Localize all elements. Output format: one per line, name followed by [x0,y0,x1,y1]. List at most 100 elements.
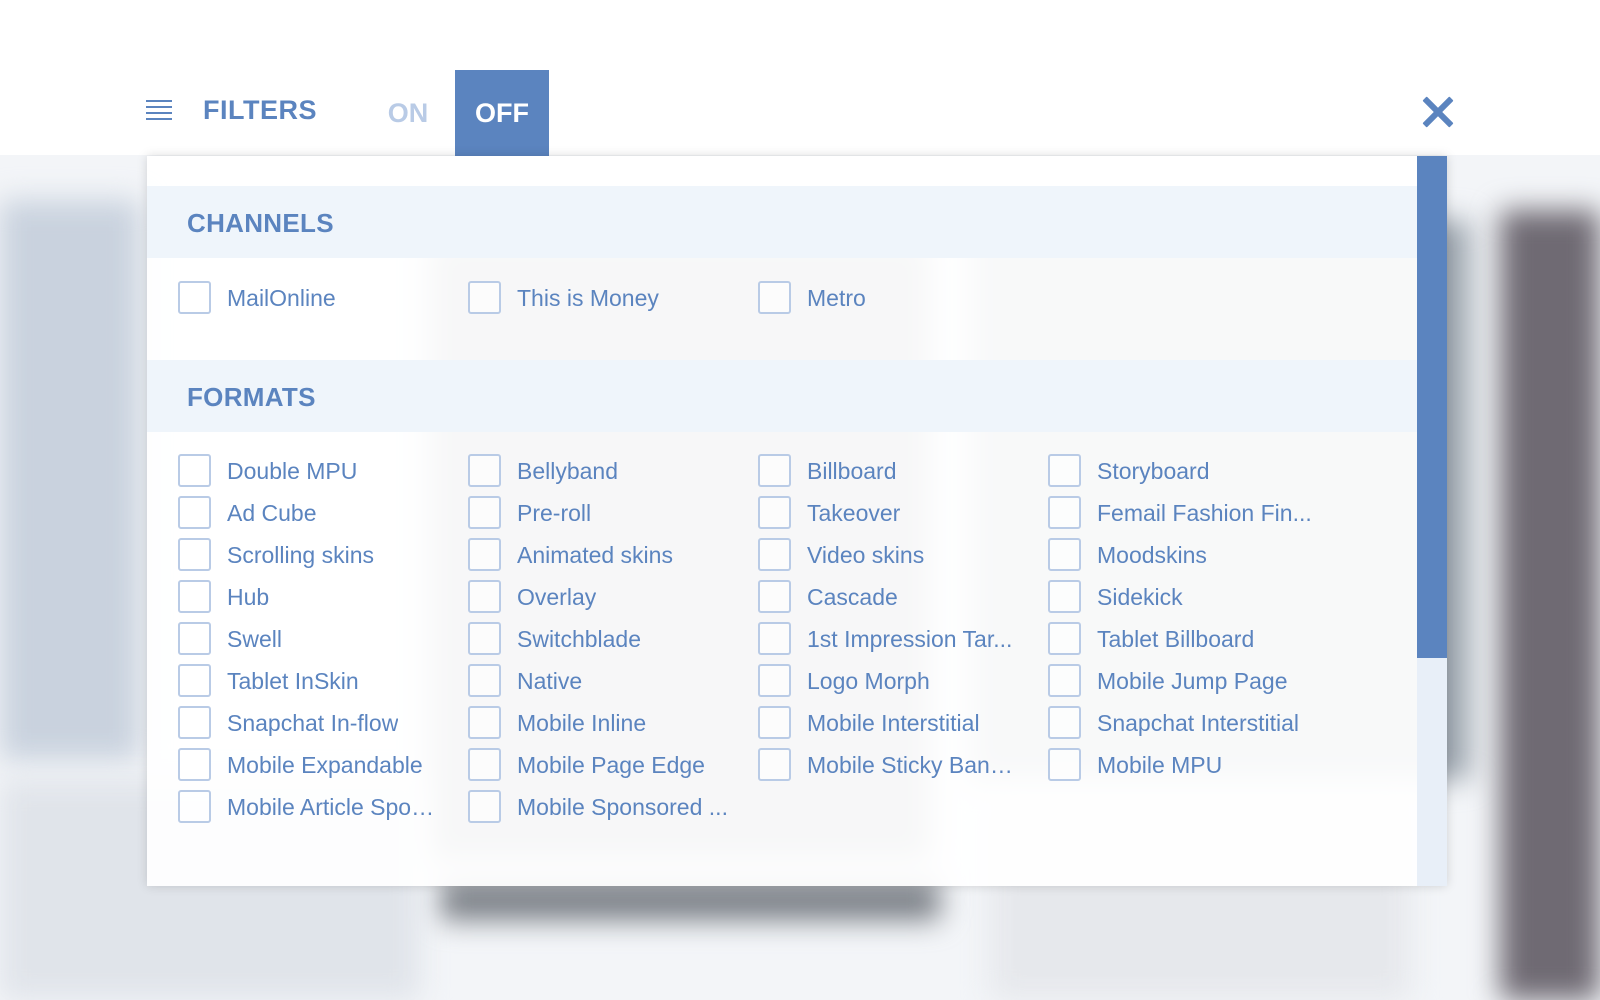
checkbox[interactable] [758,538,791,571]
checkbox[interactable] [178,454,211,487]
format-option[interactable]: Moodskins [1017,538,1307,572]
checkbox[interactable] [178,281,211,314]
channel-option[interactable]: This is Money [437,281,727,315]
checkbox[interactable] [468,706,501,739]
checkbox[interactable] [468,538,501,571]
format-option[interactable]: Switchblade [437,622,727,656]
format-option[interactable]: Storyboard [1017,454,1307,488]
format-option[interactable]: Mobile Sticky Banner [727,748,1023,782]
format-option[interactable]: Snapchat Interstitial [1017,706,1307,740]
format-option-label: Switchblade [517,626,642,652]
format-option[interactable]: Mobile Inline [437,706,727,740]
format-option-label: Pre-roll [517,500,592,526]
checkbox[interactable] [468,496,501,529]
format-option-label: Billboard [807,458,897,484]
format-option[interactable]: Double MPU [147,454,437,488]
checkbox[interactable] [758,748,791,781]
format-option-label: Takeover [807,500,901,526]
channel-option-label: MailOnline [227,285,336,311]
checkbox[interactable] [178,664,211,697]
channels-heading: CHANNELS [187,208,334,238]
checkbox[interactable] [468,454,501,487]
channel-option-label: This is Money [517,285,659,311]
filters-off-toggle[interactable]: OFF [455,70,549,156]
checkbox[interactable] [1048,664,1081,697]
format-option[interactable]: Tablet Billboard [1017,622,1307,656]
format-option[interactable]: Mobile Page Edge [437,748,727,782]
format-option[interactable]: Mobile Article Spon... [147,790,443,824]
checkbox[interactable] [758,664,791,697]
format-option[interactable]: Takeover [727,496,1017,530]
checkbox[interactable] [178,538,211,571]
checkbox[interactable] [178,580,211,613]
channel-option[interactable]: MailOnline [147,281,437,315]
format-option[interactable]: Mobile MPU [1017,748,1307,782]
format-option[interactable]: Logo Morph [727,664,1017,698]
format-option[interactable]: 1st Impression Tar... [727,622,1017,656]
checkbox[interactable] [758,454,791,487]
format-option-label: Double MPU [227,458,358,484]
format-option-label: Mobile Page Edge [517,752,705,778]
format-option[interactable]: Sidekick [1017,580,1307,614]
checkbox[interactable] [178,706,211,739]
format-option[interactable]: Scrolling skins [147,538,437,572]
filters-on-toggle[interactable]: ON [360,70,456,156]
checkbox[interactable] [758,580,791,613]
checkbox[interactable] [1048,706,1081,739]
checkbox[interactable] [468,622,501,655]
checkbox[interactable] [178,622,211,655]
checkbox[interactable] [178,496,211,529]
checkbox[interactable] [468,580,501,613]
format-option[interactable]: Femail Fashion Fin... [1017,496,1312,530]
format-option[interactable]: Mobile Expandable [147,748,437,782]
format-option-label: Snapchat Interstitial [1097,710,1300,736]
checkbox[interactable] [758,622,791,655]
checkbox[interactable] [1048,748,1081,781]
format-option[interactable]: Bellyband [437,454,727,488]
checkbox[interactable] [1048,454,1081,487]
format-option-label: Hub [227,584,270,610]
checkbox[interactable] [468,748,501,781]
checkbox[interactable] [1048,622,1081,655]
format-option[interactable]: Mobile Interstitial [727,706,1017,740]
checkbox[interactable] [758,496,791,529]
menu-lines-icon[interactable] [146,100,172,122]
checkbox[interactable] [178,748,211,781]
format-option[interactable]: Native [437,664,727,698]
format-option-label: Storyboard [1097,458,1210,484]
format-option[interactable]: Mobile Jump Page [1017,664,1307,698]
checkbox[interactable] [468,664,501,697]
checkbox[interactable] [468,790,501,823]
format-option-label: Moodskins [1097,542,1207,568]
channel-option[interactable]: Metro [727,281,1017,315]
checkbox[interactable] [178,790,211,823]
format-option[interactable]: Video skins [727,538,1017,572]
close-icon[interactable] [1418,92,1458,132]
format-option-label: Mobile MPU [1097,752,1223,778]
format-option[interactable]: Mobile Sponsored ... [437,790,728,824]
format-option-label: Femail Fashion Fin... [1097,500,1312,526]
format-option[interactable]: Tablet InSkin [147,664,437,698]
format-option-label: 1st Impression Tar... [807,626,1013,652]
filter-panel: CHANNELS MailOnline This is Money Metro FO… [147,156,1447,886]
checkbox[interactable] [1048,496,1081,529]
format-option[interactable]: Billboard [727,454,1017,488]
format-option-label: Sidekick [1097,584,1183,610]
channels-section-header: CHANNELS [147,186,1417,258]
checkbox[interactable] [758,281,791,314]
format-option[interactable]: Pre-roll [437,496,727,530]
format-option[interactable]: Swell [147,622,437,656]
format-option[interactable]: Animated skins [437,538,727,572]
checkbox[interactable] [1048,538,1081,571]
scrollbar-thumb[interactable] [1417,156,1447,658]
checkbox[interactable] [468,281,501,314]
checkbox[interactable] [1048,580,1081,613]
format-option[interactable]: Cascade [727,580,1017,614]
format-option[interactable]: Ad Cube [147,496,437,530]
format-option[interactable]: Snapchat In-flow [147,706,437,740]
format-option[interactable]: Overlay [437,580,727,614]
format-option-label: Tablet Billboard [1097,626,1255,652]
format-option[interactable]: Hub [147,580,437,614]
checkbox[interactable] [758,706,791,739]
background-blur [1500,210,1600,1000]
